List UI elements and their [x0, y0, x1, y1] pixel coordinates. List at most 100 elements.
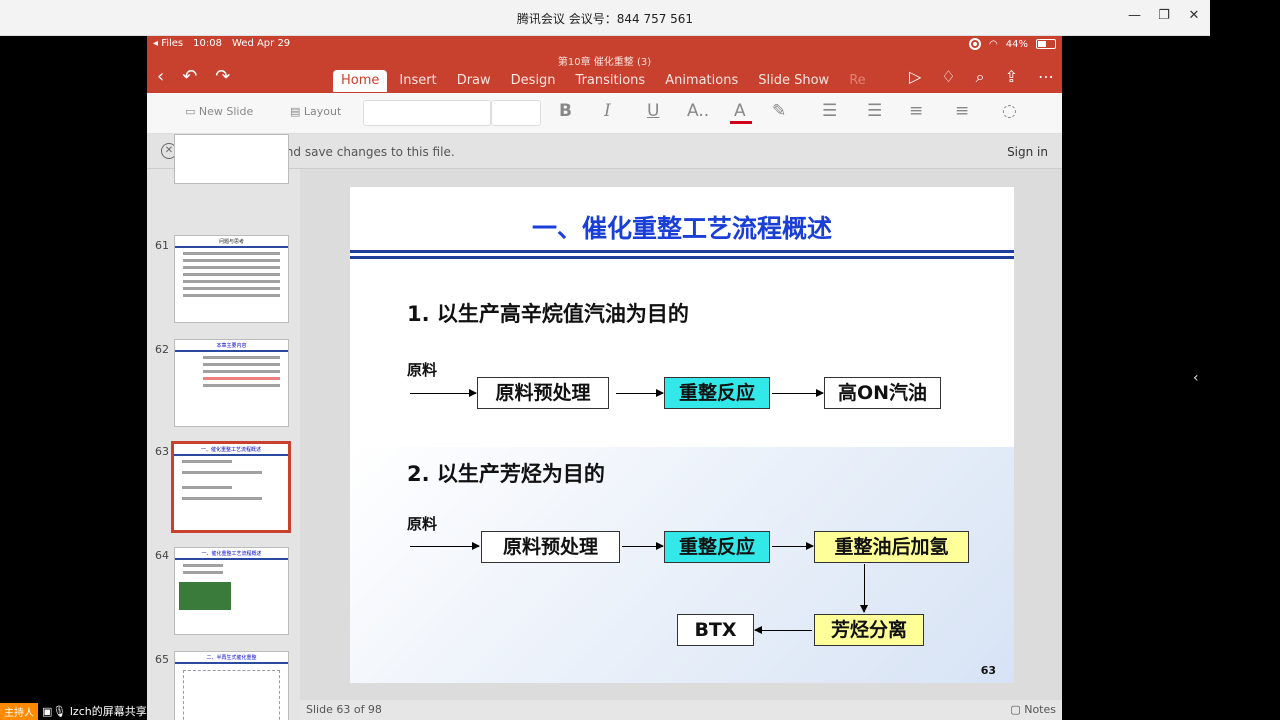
screen-record-icon [969, 38, 982, 50]
flow2-btx: BTX [677, 614, 754, 646]
slide-thumbnails: 61 问题与思考 62 本章主要内容 63 一、催化重整工艺流程概述 64 一、… [147, 134, 300, 720]
tab-slide-show[interactable]: Slide Show [750, 70, 837, 92]
flow2-post-hydrogenation: 重整油后加氢 [814, 531, 969, 563]
thumb-diagram [183, 670, 280, 720]
slide-title: 一、催化重整工艺流程概述 [531, 214, 832, 243]
notes-button[interactable]: ▢ Notes [1010, 703, 1056, 716]
new-slide-button[interactable]: ▭ New Slide [185, 105, 253, 118]
more-icon[interactable]: ⋯ [1038, 67, 1054, 87]
title-rule [350, 250, 1014, 253]
thumb-number: 64 [155, 549, 169, 562]
flow2-reforming: 重整反应 [664, 531, 770, 563]
underline-button[interactable]: U [647, 101, 659, 121]
document-title: 第10章 催化重整 (3) [557, 57, 652, 68]
thumb-number: 62 [155, 343, 169, 356]
thumb-title: 二、半再生式催化重整 [175, 652, 288, 664]
flow-arrow [410, 542, 480, 550]
host-role: 主持人 [0, 702, 38, 720]
redo-icon[interactable]: ↷ [215, 66, 230, 87]
status-left: ◂ Files 10:08 Wed Apr 29 [153, 38, 290, 49]
layout-label: Layout [303, 105, 342, 118]
new-slide-label: New Slide [198, 105, 254, 118]
thumb-line [183, 294, 280, 297]
nav-icons: ‹ ↶ ↷ [157, 66, 230, 87]
close-icon[interactable]: ✕ [1188, 8, 1200, 23]
font-name-field[interactable] [363, 100, 491, 126]
font-size-menu-button[interactable]: A.. [687, 101, 709, 121]
thumb-line [182, 486, 232, 489]
status-footer: Slide 63 of 98 ▢ Notes [300, 700, 1062, 720]
undo-icon[interactable]: ↶ [182, 66, 197, 87]
italic-button[interactable]: I [604, 101, 611, 121]
thumb-line [183, 252, 280, 255]
tab-insert[interactable]: Insert [391, 70, 444, 92]
thumbnail-61[interactable]: 问题与思考 [174, 235, 289, 323]
highlight-icon[interactable]: ✎ [772, 101, 786, 121]
current-slide[interactable]: 一、催化重整工艺流程概述 1. 以生产高辛烷值汽油为目的 原料 原料预处理 重整… [350, 187, 1014, 683]
tab-home[interactable]: Home [333, 70, 388, 92]
section-2-heading: 2. 以生产芳烃为目的 [407, 462, 605, 486]
thumbnail-62[interactable]: 本章主要内容 [174, 339, 289, 427]
battery-percent: 44% [1005, 38, 1028, 50]
indent-icon[interactable]: ≡ [909, 101, 923, 121]
minimize-icon[interactable]: — [1128, 8, 1141, 23]
restore-icon[interactable]: ❐ [1158, 8, 1170, 23]
signin-link[interactable]: Sign in [1007, 145, 1048, 159]
screen-share-name: ▣🎙 lzch的屏幕共享 [38, 703, 147, 719]
lightbulb-icon[interactable]: ♢ [941, 67, 955, 87]
thumb-line [182, 460, 232, 463]
tab-animations[interactable]: Animations [657, 70, 746, 92]
share-icon[interactable]: ⇪ [1005, 67, 1018, 87]
font-color-button[interactable]: A [734, 101, 746, 121]
back-icon[interactable]: ‹ [157, 66, 164, 87]
thumbnail-63[interactable]: 一、催化重整工艺流程概述 [171, 441, 291, 533]
thumbnail-64[interactable]: 一、催化重整工艺流程概述 [174, 547, 289, 635]
chevron-left-icon[interactable]: ‹ [1193, 370, 1199, 386]
flow-arrow [772, 542, 814, 550]
flow-arrow-down [860, 564, 868, 613]
tab-transitions[interactable]: Transitions [568, 70, 654, 92]
flow1-high-on-gasoline: 高ON汽油 [824, 377, 941, 409]
thumb-line [183, 280, 280, 283]
raw-material-label: 原料 [407, 361, 438, 379]
tab-design[interactable]: Design [503, 70, 564, 92]
ppt-header: ◂ Files 10:08 Wed Apr 29 第10章 催化重整 (3) ◠… [147, 36, 1062, 93]
flow1-reforming: 重整反应 [664, 377, 770, 409]
thumb-line [203, 370, 280, 373]
section-1-heading: 1. 以生产高辛烷值汽油为目的 [407, 302, 689, 326]
host-badge: 主持人 ▣🎙 lzch的屏幕共享 [0, 702, 147, 720]
header-actions: ▷ ♢ ⌕ ⇪ ⋯ [909, 67, 1054, 87]
right-panel [1210, 0, 1280, 720]
thumb-line [203, 363, 280, 366]
thumbnail-60[interactable] [174, 134, 289, 184]
ribbon-tabs: Home Insert Draw Design Transitions Anim… [333, 70, 878, 92]
notes-label: Notes [1024, 703, 1056, 716]
font-size-field[interactable] [491, 100, 541, 126]
thumb-title: 问题与思考 [175, 236, 288, 248]
bullets-icon[interactable]: ☰ [822, 101, 837, 121]
slide-count: Slide 63 of 98 [306, 703, 382, 716]
numbering-icon[interactable]: ☰ [867, 101, 882, 121]
font-color-swatch [730, 121, 752, 124]
back-to-files[interactable]: ◂ Files [153, 38, 183, 49]
play-icon[interactable]: ▷ [909, 67, 921, 87]
slide-canvas: 一、催化重整工艺流程概述 1. 以生产高辛烷值汽油为目的 原料 原料预处理 重整… [300, 169, 1062, 720]
status-right: ◠ 44% [969, 38, 1056, 50]
thumb-image [179, 582, 231, 610]
thumb-line [203, 377, 280, 380]
window-controls: — ❐ ✕ [1128, 8, 1200, 23]
shapes-icon[interactable]: ◌ [1002, 101, 1017, 121]
bold-button[interactable]: B [559, 101, 572, 121]
flow-arrow [622, 542, 664, 550]
flow2-pretreatment: 原料预处理 [481, 531, 620, 563]
search-icon[interactable]: ⌕ [976, 67, 985, 87]
tab-draw[interactable]: Draw [449, 70, 499, 92]
thumb-title: 本章主要内容 [175, 340, 288, 352]
thumb-line [183, 564, 223, 567]
align-icon[interactable]: ≡ [955, 101, 969, 121]
tab-review[interactable]: Re [841, 70, 873, 92]
thumb-line [183, 266, 280, 269]
thumb-number: 63 [155, 445, 169, 458]
thumbnail-65[interactable]: 二、半再生式催化重整 [174, 651, 289, 720]
layout-button[interactable]: ▤ Layout [290, 105, 341, 118]
